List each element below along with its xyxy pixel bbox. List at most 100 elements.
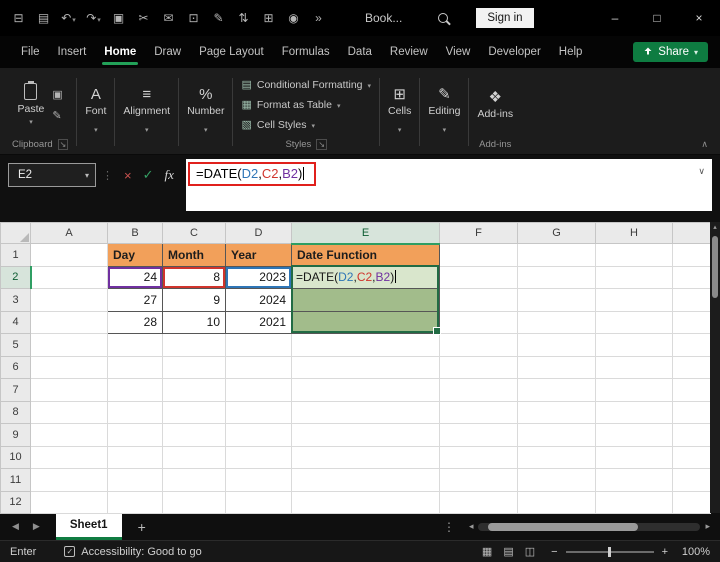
cancel-icon[interactable]: × [124, 168, 132, 183]
format-as-table-button[interactable]: ▦ Format as Table [241, 95, 340, 114]
tab-developer[interactable]: Developer [479, 36, 549, 68]
cell[interactable] [162, 423, 226, 447]
cell[interactable] [439, 468, 518, 492]
new-sheet-button[interactable]: + [138, 519, 146, 535]
cell[interactable] [30, 378, 108, 402]
cell[interactable] [30, 490, 108, 514]
tab-file[interactable]: File [12, 36, 49, 68]
enter-icon[interactable]: ✓ [143, 167, 154, 183]
paste-button[interactable]: Paste [18, 81, 44, 126]
cell[interactable] [672, 468, 711, 492]
cell[interactable] [225, 445, 292, 469]
cell-styles-button[interactable]: ▧ Cell Styles [241, 115, 315, 134]
cell[interactable] [672, 288, 711, 312]
cell[interactable] [30, 355, 108, 379]
cell[interactable] [162, 400, 226, 424]
cell[interactable] [439, 243, 518, 267]
cell[interactable] [107, 468, 163, 492]
ribbon-group-editing[interactable]: ✎ Editing [422, 72, 466, 152]
cell[interactable] [291, 378, 440, 402]
cell[interactable] [162, 333, 226, 357]
cell[interactable] [107, 400, 163, 424]
cell[interactable] [30, 265, 108, 289]
cell-B1[interactable]: Day [107, 243, 163, 267]
cell[interactable] [517, 265, 596, 289]
tab-home[interactable]: Home [95, 36, 145, 68]
ribbon-group-number[interactable]: % Number [181, 72, 230, 152]
cell[interactable] [107, 445, 163, 469]
save-icon[interactable]: ▤ [31, 11, 56, 25]
col-header-E[interactable]: E [291, 222, 440, 245]
tab-help[interactable]: Help [550, 36, 592, 68]
cell[interactable] [595, 310, 673, 334]
ribbon-group-font[interactable]: A Font [79, 72, 112, 152]
cell[interactable] [291, 445, 440, 469]
cell[interactable] [595, 265, 673, 289]
app-menu-icon[interactable]: ⊟ [6, 11, 31, 25]
zoom-slider-thumb[interactable] [607, 546, 611, 557]
cell[interactable] [225, 378, 292, 402]
cell[interactable] [439, 490, 518, 514]
undo-icon[interactable]: ↶ [56, 11, 81, 25]
scroll-left-icon[interactable]: ◂ [469, 521, 474, 532]
cell[interactable] [595, 468, 673, 492]
cell[interactable] [291, 423, 440, 447]
camera-icon[interactable]: ◉ [281, 11, 306, 25]
cell[interactable] [439, 423, 518, 447]
cell[interactable] [595, 445, 673, 469]
cell-B2[interactable]: 24 [107, 265, 163, 289]
cell-B4[interactable]: 28 [107, 310, 163, 334]
row-header-4[interactable]: 4 [0, 310, 31, 334]
name-box[interactable]: E2 [8, 163, 96, 187]
cell[interactable] [595, 288, 673, 312]
cell[interactable] [672, 490, 711, 514]
merge-cells-icon[interactable]: ⊞ [256, 11, 281, 25]
sort-icon[interactable]: ⇅ [231, 11, 256, 25]
cell[interactable] [107, 378, 163, 402]
styles-dialog-launcher-icon[interactable] [316, 139, 327, 150]
cell[interactable] [30, 445, 108, 469]
cell[interactable] [291, 355, 440, 379]
page-layout-view-icon[interactable]: ▤ [503, 545, 513, 558]
cell[interactable] [517, 400, 596, 424]
qat-overflow-icon[interactable]: » [306, 11, 331, 25]
cut-icon[interactable]: ✂ [131, 11, 156, 25]
collapse-ribbon-icon[interactable]: ∧ [701, 139, 708, 150]
cell[interactable] [439, 310, 518, 334]
cell[interactable] [439, 378, 518, 402]
cell[interactable] [439, 400, 518, 424]
copy-icon[interactable]: ▣ [106, 11, 131, 25]
page-break-view-icon[interactable]: ◫ [525, 545, 535, 558]
close-button[interactable]: × [678, 0, 720, 36]
conditional-formatting-button[interactable]: ▤ Conditional Formatting [241, 75, 371, 94]
cell[interactable] [595, 423, 673, 447]
cell[interactable] [517, 310, 596, 334]
cell[interactable] [517, 288, 596, 312]
row-header-11[interactable]: 11 [0, 468, 31, 492]
email-icon[interactable]: ✉ [156, 11, 181, 25]
cell-D4[interactable]: 2021 [225, 310, 292, 334]
cell[interactable] [517, 333, 596, 357]
tab-data[interactable]: Data [339, 36, 381, 68]
row-header-5[interactable]: 5 [0, 333, 31, 357]
tab-formulas[interactable]: Formulas [273, 36, 339, 68]
row-header-1[interactable]: 1 [0, 243, 31, 267]
cell[interactable] [162, 490, 226, 514]
collapse-formula-bar-icon[interactable]: ∨ [698, 166, 705, 177]
tab-view[interactable]: View [437, 36, 480, 68]
cell[interactable] [595, 333, 673, 357]
cell[interactable] [595, 490, 673, 514]
cell[interactable] [595, 243, 673, 267]
cell[interactable] [225, 468, 292, 492]
copy-small-icon[interactable]: ▣ [52, 88, 62, 101]
cell-C1[interactable]: Month [162, 243, 226, 267]
cell[interactable] [517, 423, 596, 447]
row-header-2[interactable]: 2 [0, 265, 32, 289]
cell[interactable] [162, 468, 226, 492]
row-header-9[interactable]: 9 [0, 423, 31, 447]
ribbon-group-alignment[interactable]: ≡ Alignment [117, 72, 176, 152]
cell-E2-editing[interactable]: =DATE(D2,C2,B2) [291, 265, 440, 289]
cell[interactable] [291, 468, 440, 492]
clipboard-dialog-launcher-icon[interactable] [58, 139, 69, 150]
cell-E3[interactable] [291, 288, 440, 312]
